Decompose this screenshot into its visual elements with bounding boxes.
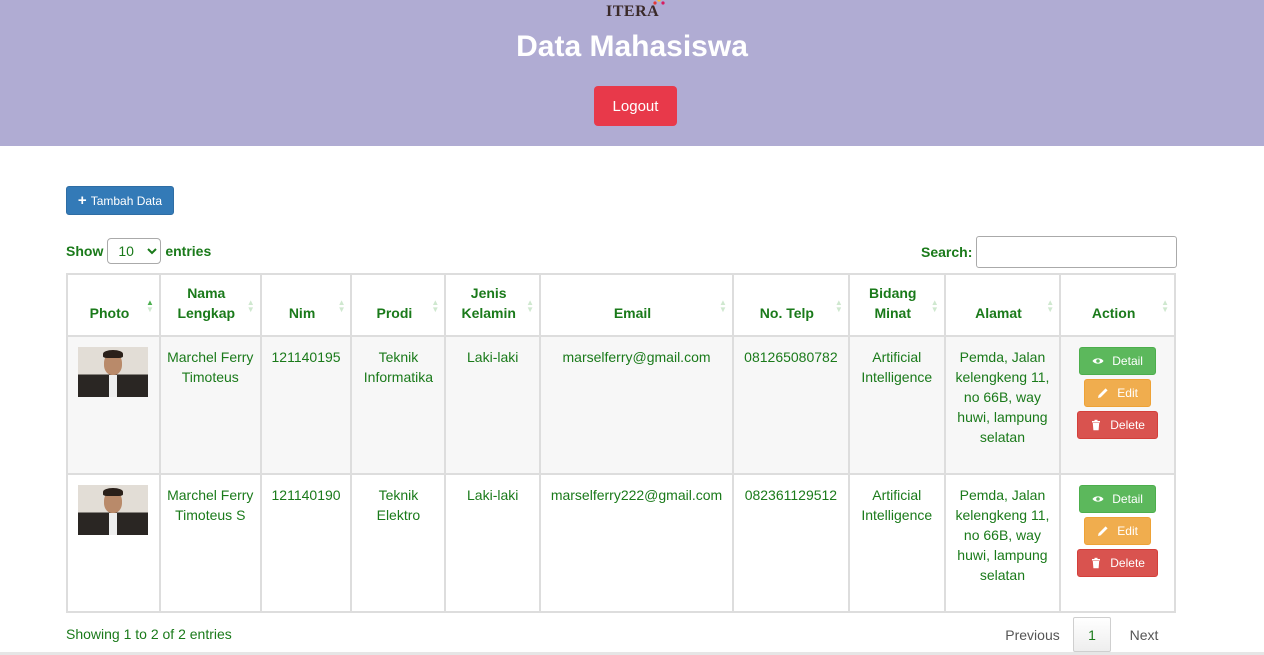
mahasiswa-table: Photo ▲ ▼ Nama Lengkap ▲ ▼ Nim ▲ ▼ Prodi ▲ ▼ Jen… (66, 273, 1176, 613)
next-button[interactable]: Next (1114, 627, 1174, 643)
pagination: Previous 1 Next (995, 617, 1174, 652)
trash-icon (1092, 557, 1101, 569)
alamat-cell: Pemda, Jalan kelengkeng 11, no 66B, way … (943, 473, 1062, 613)
eye-icon (1092, 358, 1104, 364)
eye-icon (1092, 496, 1104, 502)
detail-button[interactable]: Detail (1079, 347, 1157, 375)
prodi-cell: Teknik Elektro (350, 473, 447, 613)
show-label: Show (66, 242, 104, 259)
action-cell: Detail Edit Delete (1059, 473, 1176, 613)
search-label: Search: (921, 244, 973, 260)
trash-icon (1092, 419, 1101, 431)
action-cell: Detail Edit Delete (1059, 335, 1176, 475)
table-row: Marchel Ferry Timoteus S 121140190 Tekni… (66, 473, 1176, 613)
sort-icon: ▲ ▼ (526, 298, 535, 314)
plus-icon: + (77, 192, 87, 209)
sort-icon: ▲ ▼ (431, 298, 440, 314)
logo-dots-icon (653, 0, 665, 5)
sort-icon: ▲ ▼ (834, 298, 843, 314)
table-row: Marchel Ferry Timoteus 121140195 Teknik … (66, 335, 1176, 475)
nama-cell: Marchel Ferry Timoteus (158, 335, 262, 475)
student-photo (78, 347, 148, 397)
photo-cell (66, 473, 161, 613)
search-input[interactable] (976, 236, 1178, 268)
sort-icon: ▲ ▼ (719, 298, 727, 314)
sort-icon: ▲ ▼ (246, 298, 255, 314)
column-header-nim[interactable]: Nim ▲ ▼ (259, 273, 353, 337)
email-cell: marselferry@gmail.com (539, 335, 734, 475)
telp-cell: 081265080782 (731, 335, 850, 475)
edit-button[interactable]: Edit (1084, 379, 1152, 407)
column-header-photo[interactable]: Photo ▲ ▼ (66, 273, 161, 337)
sort-icon: ▲ ▼ (1161, 298, 1169, 314)
sort-icon: ▲ ▼ (146, 298, 154, 314)
delete-button[interactable]: Delete (1077, 411, 1159, 439)
column-header-nama[interactable]: Nama Lengkap ▲ ▼ (158, 273, 262, 337)
entries-label: entries (165, 242, 212, 259)
telp-cell: 082361129512 (731, 473, 850, 613)
entries-select[interactable]: 10 (107, 237, 162, 264)
nim-cell: 121140190 (259, 473, 353, 613)
jenis-kelamin-cell: Laki-laki (444, 473, 542, 613)
sort-icon: ▲ ▼ (930, 298, 939, 314)
table-info: Showing 1 to 2 of 2 entries (66, 626, 232, 642)
table-header-row: Photo ▲ ▼ Nama Lengkap ▲ ▼ Nim ▲ ▼ Prodi ▲ ▼ Jen… (66, 273, 1176, 337)
nama-cell: Marchel Ferry Timoteus S (158, 473, 262, 613)
column-header-bidang-minat[interactable]: Bidang Minat ▲ ▼ (847, 273, 946, 337)
search-control: Search: (921, 236, 1178, 268)
column-header-action[interactable]: Action ▲ ▼ (1059, 273, 1176, 337)
previous-button[interactable]: Previous (995, 627, 1070, 643)
sort-icon: ▲ ▼ (1046, 298, 1055, 314)
column-header-jenis-kelamin[interactable]: Jenis Kelamin ▲ ▼ (444, 273, 542, 337)
entries-length-control: Show 10 entries (66, 237, 211, 264)
detail-button[interactable]: Detail (1079, 485, 1157, 513)
nim-cell: 121140195 (259, 335, 353, 475)
jenis-kelamin-cell: Laki-laki (444, 335, 542, 475)
edit-button[interactable]: Edit (1084, 517, 1152, 545)
tambah-data-button[interactable]: + Tambah Data (66, 186, 174, 215)
page-1-button[interactable]: 1 (1073, 617, 1111, 652)
page-title: Data Mahasiswa (516, 30, 748, 63)
delete-button[interactable]: Delete (1077, 549, 1159, 577)
prodi-cell: Teknik Informatika (350, 335, 447, 475)
pencil-icon (1098, 526, 1108, 536)
tambah-data-label: Tambah Data (90, 193, 163, 208)
photo-cell (66, 335, 161, 475)
bidang-minat-cell: Artificial Intelligence (847, 335, 946, 475)
student-photo (78, 485, 148, 535)
email-cell: marselferry222@gmail.com (539, 473, 734, 613)
logout-button[interactable]: Logout (594, 86, 677, 126)
column-header-prodi[interactable]: Prodi ▲ ▼ (350, 273, 447, 337)
column-header-email[interactable]: Email ▲ ▼ (539, 273, 734, 337)
alamat-cell: Pemda, Jalan kelengkeng 11, no 66B, way … (943, 335, 1062, 475)
bidang-minat-cell: Artificial Intelligence (847, 473, 946, 613)
column-header-alamat[interactable]: Alamat ▲ ▼ (943, 273, 1062, 337)
page-header: ITERA Data Mahasiswa Logout (0, 0, 1264, 146)
pencil-icon (1098, 388, 1108, 398)
sort-icon: ▲ ▼ (337, 298, 346, 314)
column-header-telp[interactable]: No. Telp ▲ ▼ (731, 273, 850, 337)
